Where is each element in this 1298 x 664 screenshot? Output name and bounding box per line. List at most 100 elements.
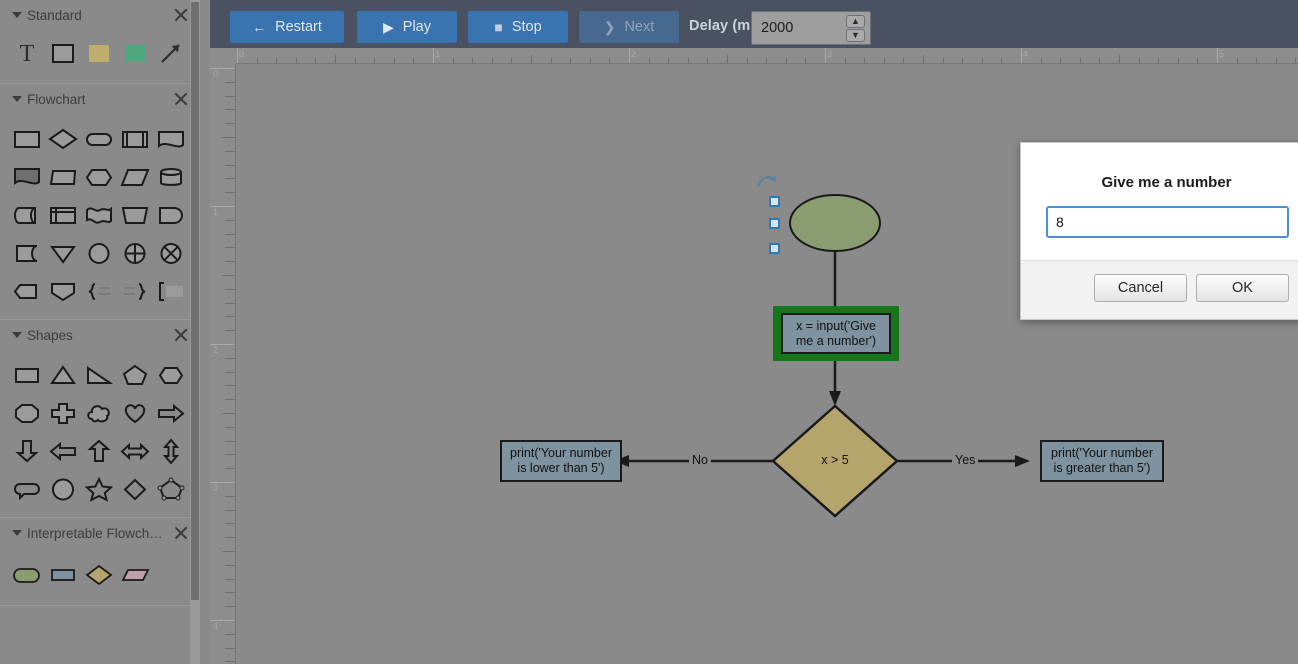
- panel-shapes-header[interactable]: Shapes: [0, 320, 200, 350]
- sidebar-scrollbar-thumb[interactable]: [191, 2, 199, 600]
- ruler-minor-tick: [1236, 58, 1238, 63]
- ruler-minor-tick: [225, 440, 235, 442]
- multi-document-shape[interactable]: [9, 158, 45, 195]
- ruler-minor-tick: [413, 58, 415, 63]
- pentagon-shape[interactable]: [117, 356, 153, 393]
- pentagon-vertices-shape[interactable]: [153, 470, 189, 507]
- right-triangle-shape[interactable]: [81, 356, 117, 393]
- play-button[interactable]: ▶ Play: [357, 11, 457, 43]
- parallelogram-icon[interactable]: [117, 158, 153, 195]
- triangle-shape[interactable]: [45, 356, 81, 393]
- arrow-left-shape[interactable]: [45, 432, 81, 469]
- display-icon[interactable]: [153, 196, 189, 233]
- node-print-greater[interactable]: print('Your number is greater than 5'): [1040, 440, 1164, 482]
- inverted-trapezoid-icon[interactable]: [117, 196, 153, 233]
- predefined-process-shape[interactable]: [117, 120, 153, 157]
- ruler-label: 4: [1023, 49, 1029, 59]
- brace-left-icon[interactable]: [117, 272, 153, 309]
- dialog-footer: Cancel OK: [1021, 260, 1298, 319]
- node-input[interactable]: x = input('Give me a number'): [781, 313, 891, 354]
- cross-shape[interactable]: [45, 394, 81, 431]
- selection-handle-bottom-left[interactable]: [769, 243, 780, 254]
- rectangle-tool[interactable]: [45, 34, 81, 71]
- cloud-shape[interactable]: [81, 394, 117, 431]
- input-dialog: Give me a number Cancel OK: [1020, 142, 1298, 320]
- ruler-minor-tick: [225, 261, 235, 263]
- delay-input[interactable]: [761, 20, 841, 36]
- cancel-button[interactable]: Cancel: [1094, 274, 1187, 302]
- delay-spin-up[interactable]: ▲: [846, 15, 865, 28]
- circle-x-icon[interactable]: [153, 234, 189, 271]
- ruler-label: 2: [631, 49, 637, 59]
- ruler-minor-tick: [225, 399, 235, 401]
- ruler-minor-tick: [374, 58, 376, 63]
- rotate-icon[interactable]: [754, 171, 780, 195]
- panel-interpretable-header[interactable]: Interpretable Flowch…: [0, 518, 200, 548]
- hexagon-shape[interactable]: [153, 356, 189, 393]
- ruler-minor-tick: [864, 58, 866, 63]
- direct-data-icon[interactable]: [9, 196, 45, 233]
- document-wave-icon[interactable]: [153, 120, 189, 157]
- internal-storage-icon[interactable]: [45, 196, 81, 233]
- node-print-lower[interactable]: print('Your number is lower than 5'): [500, 440, 622, 482]
- arrow-left-right-shape[interactable]: [117, 432, 153, 469]
- ruler-minor-tick: [225, 192, 235, 194]
- panel-flowchart-header[interactable]: Flowchart: [0, 84, 200, 114]
- triangle-down-icon[interactable]: [12, 96, 22, 102]
- dialog-input-field[interactable]: [1046, 206, 1289, 238]
- statement-node-shape[interactable]: [45, 556, 81, 593]
- arrow-up-shape[interactable]: [81, 432, 117, 469]
- circle-shape[interactable]: [45, 470, 81, 507]
- process-shape[interactable]: [9, 120, 45, 157]
- delay-spin-down[interactable]: ▼: [846, 29, 865, 42]
- horizontal-ruler: 0 1 2 3 4 5: [210, 48, 1298, 64]
- start-end-node-shape[interactable]: [9, 556, 45, 593]
- brace-right-icon[interactable]: [81, 272, 117, 309]
- rectangle-shape[interactable]: [9, 356, 45, 393]
- stop-button[interactable]: ■ Stop: [468, 11, 568, 43]
- hexagon-flat-icon[interactable]: [9, 272, 45, 309]
- bracket-box-icon[interactable]: [153, 272, 189, 309]
- arrow-diagonal-icon[interactable]: [153, 34, 189, 71]
- arrow-right-shape[interactable]: [153, 394, 189, 431]
- arrow-down-shape[interactable]: [9, 432, 45, 469]
- panel-interpretable-items: [0, 548, 200, 605]
- cylinder-icon[interactable]: [153, 158, 189, 195]
- circle-cross-icon[interactable]: [117, 234, 153, 271]
- restart-button[interactable]: ← Restart: [230, 11, 344, 43]
- decision-shape[interactable]: [45, 120, 81, 157]
- note-tool[interactable]: [81, 34, 117, 71]
- manual-operation-shape[interactable]: [45, 158, 81, 195]
- text-tool[interactable]: T: [9, 34, 45, 71]
- triangle-down-icon[interactable]: [45, 234, 81, 271]
- pentagon-down-icon[interactable]: [45, 272, 81, 309]
- heart-shape[interactable]: [117, 394, 153, 431]
- triangle-down-icon[interactable]: [12, 332, 22, 338]
- close-icon[interactable]: [172, 90, 190, 108]
- triangle-down-icon[interactable]: [12, 530, 22, 536]
- preparation-shape[interactable]: [81, 158, 117, 195]
- paper-tape-icon[interactable]: [81, 196, 117, 233]
- selection-handle-top-left[interactable]: [769, 196, 780, 207]
- circle-icon[interactable]: [81, 234, 117, 271]
- arrow-up-down-shape[interactable]: [153, 432, 189, 469]
- stored-data-icon[interactable]: [9, 234, 45, 271]
- speech-callout-shape[interactable]: [9, 470, 45, 507]
- octagon-shape[interactable]: [9, 394, 45, 431]
- close-icon[interactable]: [172, 6, 190, 24]
- close-icon[interactable]: [172, 326, 190, 344]
- star-shape[interactable]: [81, 470, 117, 507]
- diamond-shape[interactable]: [117, 470, 153, 507]
- green-square-tool[interactable]: [117, 34, 153, 71]
- panel-standard-header[interactable]: Standard: [0, 0, 200, 30]
- selection-handle-middle-left[interactable]: [769, 218, 780, 229]
- ruler-minor-tick: [225, 578, 235, 580]
- next-button[interactable]: ❯ Next: [579, 11, 679, 43]
- ok-button[interactable]: OK: [1196, 274, 1289, 302]
- condition-node-shape[interactable]: [81, 556, 117, 593]
- io-node-shape[interactable]: [117, 556, 153, 593]
- sidebar-scrollbar[interactable]: [190, 0, 200, 664]
- close-icon[interactable]: [172, 524, 190, 542]
- triangle-down-icon[interactable]: [12, 12, 22, 18]
- terminator-shape[interactable]: [81, 120, 117, 157]
